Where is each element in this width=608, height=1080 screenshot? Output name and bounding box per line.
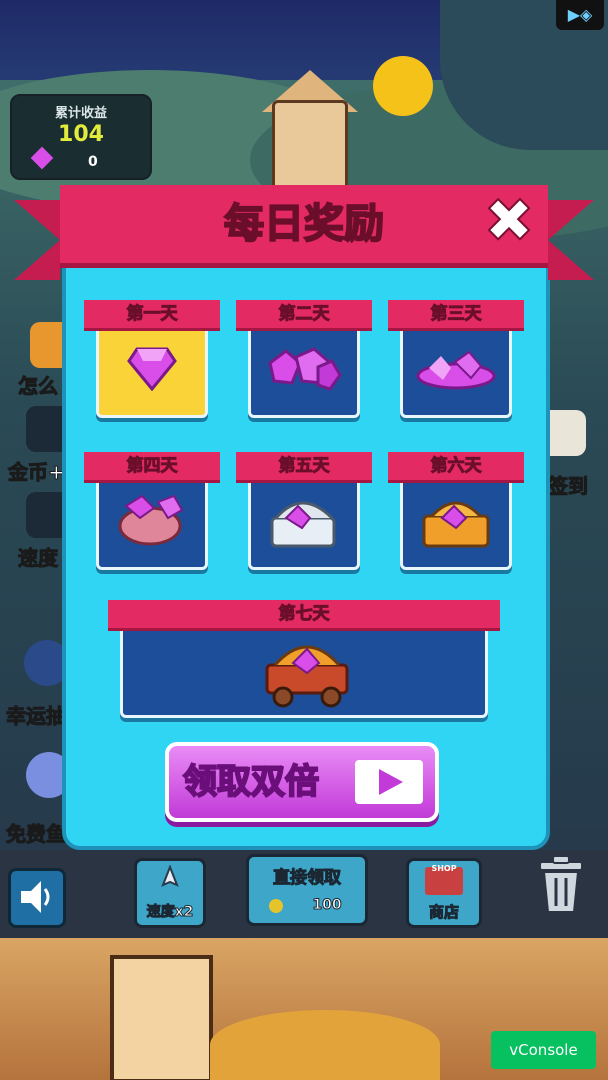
vconsole-button[interactable]: vConsole xyxy=(491,1031,596,1069)
gem-count: 0 xyxy=(88,154,98,170)
day-ribbon: 第二天 xyxy=(236,300,372,328)
side-label-lucky: 幸运抽 xyxy=(6,704,67,729)
gems-small-pile-icon xyxy=(268,347,342,391)
treasure-room-door xyxy=(110,955,213,1080)
side-label-free: 免费鱼 xyxy=(6,822,67,847)
day-ribbon: 第四天 xyxy=(84,452,220,480)
side-label-checkin: 签到 xyxy=(548,474,589,499)
treasure-cart-icon xyxy=(265,645,349,708)
day-card-body xyxy=(96,314,208,418)
day-card-6[interactable]: 第六天 xyxy=(388,448,524,570)
shop-label: 商店 xyxy=(428,903,459,922)
day-card-body xyxy=(248,466,360,570)
day-label: 第五天 xyxy=(278,456,330,477)
day-card-body xyxy=(400,314,512,418)
day-card-body xyxy=(96,466,208,570)
shop-sign: SHOP xyxy=(431,864,457,873)
side-label-coins: 金币+ xyxy=(8,460,66,485)
trash-button[interactable] xyxy=(534,854,588,916)
day-label: 第一天 xyxy=(126,304,178,325)
claim-double-label: 领取双倍 xyxy=(182,761,320,803)
speed-x2-label: 速度x2 xyxy=(146,904,194,921)
sound-button[interactable] xyxy=(8,868,66,928)
earnings-value: 104 xyxy=(58,122,104,147)
speaker-icon xyxy=(21,881,50,913)
day-ribbon: 第一天 xyxy=(84,300,220,328)
banner-tail-left xyxy=(14,200,60,280)
title-banner: 每日奖励 xyxy=(60,185,548,263)
video-play-icon xyxy=(355,760,423,804)
gem-sack-icon xyxy=(118,494,184,546)
rocket-icon xyxy=(161,865,179,887)
gold-chests-icon xyxy=(422,501,490,548)
earnings-panel: 累计收益 104 0 xyxy=(10,94,152,180)
day-ribbon: 第三天 xyxy=(388,300,524,328)
day-ribbon: 第六天 xyxy=(388,452,524,480)
day-label: 第六天 xyxy=(430,456,482,477)
castle-tower xyxy=(272,100,348,196)
day-label: 第七天 xyxy=(278,604,330,625)
treasure-pile xyxy=(210,1010,440,1080)
speed-x2-button[interactable]: 速度x2 xyxy=(134,858,206,928)
shop-button[interactable]: SHOP 商店 xyxy=(406,858,482,928)
day-card-7[interactable]: 第七天 xyxy=(108,598,500,718)
direct-claim-value: 100 xyxy=(312,897,342,914)
day-card-body xyxy=(120,620,488,718)
trash-icon xyxy=(539,855,583,913)
direct-claim-button[interactable]: 直接领取 100 xyxy=(246,854,368,926)
day-card-5[interactable]: 第五天 xyxy=(236,448,372,570)
day-card-3[interactable]: 第三天 xyxy=(388,296,524,418)
day-ribbon: 第七天 xyxy=(108,600,500,628)
day-card-1[interactable]: 第一天 xyxy=(84,296,220,418)
gem-icon xyxy=(127,347,177,391)
day-card-body xyxy=(248,314,360,418)
day-label: 第四天 xyxy=(126,456,178,477)
silver-chest-icon xyxy=(270,501,336,548)
gems-pile-icon xyxy=(416,350,496,390)
day-ribbon: 第五天 xyxy=(236,452,372,480)
day-card-2[interactable]: 第二天 xyxy=(236,296,372,418)
banner-tail-right xyxy=(548,200,594,280)
sun xyxy=(373,56,433,116)
modal-title: 每日奖励 xyxy=(223,200,385,248)
day-card-body xyxy=(400,466,512,570)
day-card-4[interactable]: 第四天 xyxy=(84,448,220,570)
share-icon[interactable]: ▶◈ xyxy=(556,0,604,30)
direct-claim-label: 直接领取 xyxy=(273,868,342,889)
day-label: 第二天 xyxy=(278,304,330,325)
close-icon[interactable]: ✖ xyxy=(478,189,540,253)
earnings-title: 累计收益 xyxy=(54,106,107,121)
day-label: 第三天 xyxy=(430,304,482,325)
side-label-speed: 速度 xyxy=(18,546,59,571)
claim-double-button[interactable]: 领取双倍 xyxy=(165,742,439,822)
side-label-help: 怎么 xyxy=(18,374,59,399)
